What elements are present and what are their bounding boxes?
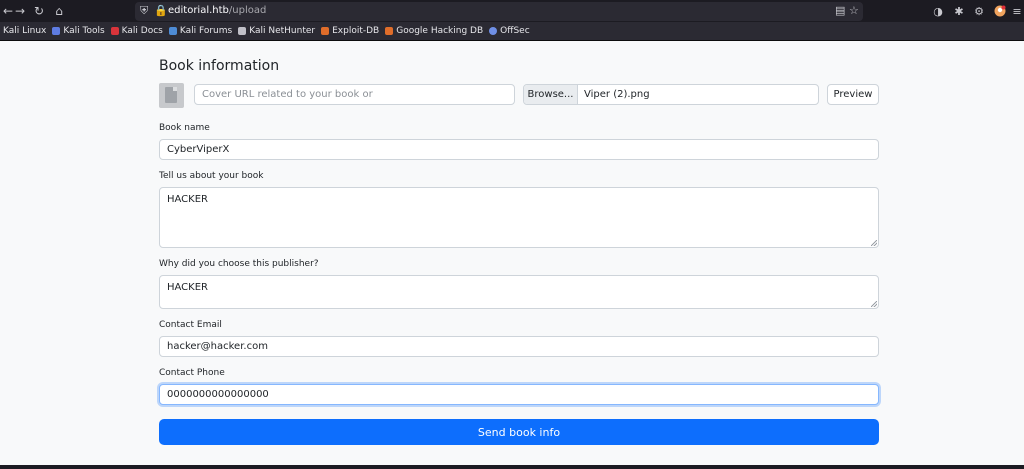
reload-icon[interactable]: ↻ xyxy=(31,3,47,19)
reader-view-icon[interactable]: ▤ xyxy=(835,4,845,17)
page-divider xyxy=(0,40,1024,41)
why-publisher-label: Why did you choose this publisher? xyxy=(159,259,319,269)
cover-thumbnail xyxy=(159,83,184,108)
selected-file-name: Viper (2).png xyxy=(584,89,650,100)
kali-nethunter-icon xyxy=(238,27,247,35)
star-icon[interactable]: ☆ xyxy=(849,4,859,17)
cover-file-input[interactable]: Browse... Viper (2).png xyxy=(523,84,819,105)
pocket-icon[interactable]: ◑ xyxy=(931,4,945,18)
bookmark-label: Kali Tools xyxy=(63,26,105,36)
bookmarks-toolbar: Kali Linux Kali Tools Kali Docs Kali For… xyxy=(0,22,1024,40)
bookmark-label: Kali Docs xyxy=(121,26,163,36)
home-icon[interactable]: ⌂ xyxy=(51,3,67,19)
address-bar[interactable]: ⛨ 🔒 editorial.htb/upload ▤ ☆ xyxy=(135,2,863,21)
bookmark-offsec[interactable]: OffSec xyxy=(489,26,530,36)
kali-tools-icon xyxy=(52,27,61,35)
arrow-right-icon[interactable]: → xyxy=(12,3,28,19)
bookmark-kali-nethunter[interactable]: Kali NetHunter xyxy=(238,26,315,36)
contact-phone-label: Contact Phone xyxy=(159,368,225,378)
book-name-label: Book name xyxy=(159,123,210,133)
browser-toolbar: ← → ↻ ⌂ ⛨ 🔒 editorial.htb/upload ▤ ☆ ◑ ✱… xyxy=(0,0,1024,22)
bookmark-label: Exploit-DB xyxy=(332,26,380,36)
bookmark-google-hacking-db[interactable]: Google Hacking DB xyxy=(385,26,483,36)
book-name-input[interactable]: CyberViperX xyxy=(159,139,879,160)
extensions-icon[interactable]: ✱ xyxy=(952,4,966,18)
about-book-label: Tell us about your book xyxy=(159,171,264,181)
offsec-icon xyxy=(489,27,498,35)
menu-icon[interactable]: ≡ xyxy=(1010,4,1024,18)
bookmark-kali-linux[interactable]: Kali Linux xyxy=(3,26,46,36)
bookmark-label: OffSec xyxy=(500,26,530,36)
contact-email-label: Contact Email xyxy=(159,320,222,330)
contact-phone-input[interactable]: 0000000000000000 xyxy=(159,384,879,405)
bookmark-label: Kali NetHunter xyxy=(249,26,316,36)
exploit-db-icon xyxy=(321,27,330,35)
contact-email-input[interactable]: hacker@hacker.com xyxy=(159,336,879,357)
resize-grip-icon[interactable] xyxy=(871,240,877,246)
bookmark-kali-forums[interactable]: Kali Forums xyxy=(168,26,233,36)
cover-url-input[interactable]: Cover URL related to your book or xyxy=(194,84,515,105)
bookmark-label: Kali Forums xyxy=(179,26,233,36)
bookmark-kali-docs[interactable]: Kali Docs xyxy=(110,26,163,36)
resize-grip-icon[interactable] xyxy=(871,301,877,307)
url-path: /upload xyxy=(228,5,267,16)
bookmark-label: Google Hacking DB xyxy=(396,26,484,36)
url-host: editorial.htb xyxy=(168,5,229,16)
about-book-value: HACKER xyxy=(167,194,208,205)
browse-button[interactable]: Browse... xyxy=(524,85,578,104)
kali-forums-icon xyxy=(168,27,177,35)
about-book-textarea[interactable]: HACKER xyxy=(159,187,879,248)
preview-button[interactable]: Preview xyxy=(827,84,879,105)
why-publisher-textarea[interactable]: HACKER xyxy=(159,275,879,309)
bookmark-label: Kali Linux xyxy=(3,26,47,36)
profile-icon[interactable] xyxy=(993,4,1007,18)
bookmark-exploit-db[interactable]: Exploit-DB xyxy=(321,26,379,36)
kali-docs-icon xyxy=(110,27,119,35)
form-title: Book information xyxy=(159,58,280,74)
gear-icon[interactable]: ⚙ xyxy=(972,4,986,18)
url-text[interactable]: editorial.htb/upload xyxy=(168,5,266,16)
google-hacking-db-icon xyxy=(385,27,394,35)
send-book-info-button[interactable]: Send book info xyxy=(159,419,879,445)
shield-icon[interactable]: ⛨ xyxy=(140,4,148,18)
document-icon xyxy=(165,87,177,103)
bottom-edge xyxy=(0,465,1024,469)
bookmark-kali-tools[interactable]: Kali Tools xyxy=(52,26,105,36)
why-publisher-value: HACKER xyxy=(167,282,208,293)
lock-icon[interactable]: 🔒 xyxy=(154,4,168,17)
